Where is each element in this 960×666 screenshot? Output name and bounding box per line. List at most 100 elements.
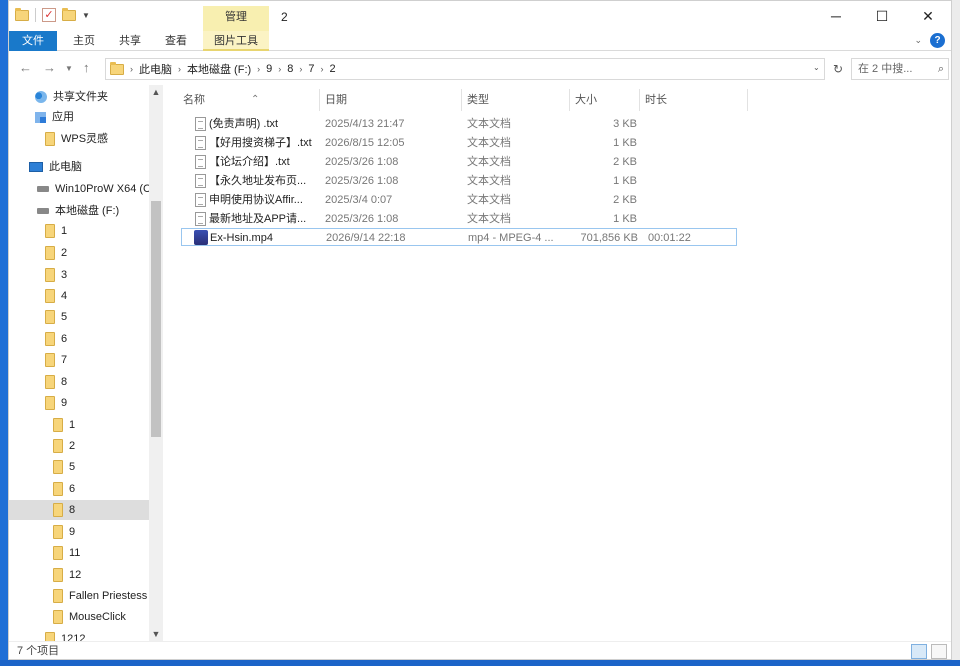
breadcrumb-drive-f[interactable]: 本地磁盘 (F:) bbox=[187, 61, 251, 77]
nav-item-folder-3[interactable]: 3 bbox=[45, 265, 67, 285]
folder-icon bbox=[45, 632, 55, 641]
nav-item-folder-6[interactable]: 6 bbox=[45, 329, 67, 349]
nav-item-folder-1[interactable]: 1 bbox=[45, 221, 67, 241]
chevron-right-icon[interactable]: › bbox=[321, 64, 324, 74]
nav-item-1212[interactable]: 1212 bbox=[45, 629, 85, 641]
column-divider[interactable] bbox=[747, 89, 748, 111]
file-date: 2025/3/26 1:08 bbox=[325, 213, 399, 225]
nav-item-this-pc[interactable]: 此电脑 bbox=[29, 157, 82, 177]
file-type: mp4 - MPEG-4 ... bbox=[468, 232, 554, 244]
file-row-selected[interactable]: Ex-Hsin.mp4 2026/9/14 22:18 mp4 - MPEG-4… bbox=[181, 228, 737, 246]
scroll-up-icon[interactable]: ▲ bbox=[149, 87, 163, 97]
customize-toolbar-icon[interactable]: ▼ bbox=[82, 11, 90, 20]
nav-item-folder-8[interactable]: 8 bbox=[45, 372, 67, 392]
chevron-right-icon[interactable]: › bbox=[278, 64, 281, 74]
help-icon[interactable]: ? bbox=[930, 33, 945, 48]
chevron-right-icon[interactable]: › bbox=[130, 64, 133, 74]
column-label: 名称 bbox=[183, 94, 205, 106]
expand-ribbon-icon[interactable]: ⌄ bbox=[914, 35, 922, 46]
refresh-icon[interactable]: ↻ bbox=[829, 59, 847, 79]
properties-icon[interactable]: ✓ bbox=[42, 8, 56, 22]
text-file-icon bbox=[195, 174, 206, 188]
breadcrumb-8[interactable]: 8 bbox=[287, 63, 293, 75]
folder-icon[interactable] bbox=[15, 7, 29, 21]
column-divider[interactable] bbox=[461, 89, 462, 111]
file-row[interactable]: 最新地址及APP请... 2025/3/26 1:08 文本文档 1 KB bbox=[181, 210, 737, 228]
tab-home[interactable]: 主页 bbox=[65, 31, 103, 51]
column-header-name[interactable]: 名称 ⌃ bbox=[183, 89, 319, 111]
nav-item-folder-4[interactable]: 4 bbox=[45, 286, 67, 306]
nav-item-apps[interactable]: 应用 bbox=[35, 107, 74, 127]
breadcrumb-9[interactable]: 9 bbox=[266, 63, 272, 75]
text-file-icon bbox=[195, 117, 206, 131]
back-arrow-icon[interactable]: ← bbox=[19, 60, 32, 75]
nav-item-subfolder-11[interactable]: 11 bbox=[53, 543, 80, 563]
file-row[interactable]: (免责声明) .txt 2025/4/13 21:47 文本文档 3 KB bbox=[181, 115, 737, 133]
nav-item-subfolder-8[interactable]: 8 bbox=[9, 500, 149, 520]
file-row[interactable]: 【好用搜资梯子】.txt 2026/8/15 12:05 文本文档 1 KB bbox=[181, 134, 737, 152]
nav-item-drive-c[interactable]: Win10ProW X64 (C bbox=[37, 179, 151, 199]
search-input[interactable]: 在 2 中搜... ⌕ bbox=[851, 58, 949, 80]
breadcrumb-2[interactable]: 2 bbox=[330, 63, 336, 75]
column-divider[interactable] bbox=[569, 89, 570, 111]
chevron-right-icon[interactable]: › bbox=[299, 64, 302, 74]
file-row[interactable]: 【永久地址发布页... 2025/3/26 1:08 文本文档 1 KB bbox=[181, 172, 737, 190]
nav-item-folder-9[interactable]: 9 bbox=[45, 393, 67, 413]
file-row[interactable]: 申明使用协议Affir... 2025/3/4 0:07 文本文档 2 KB bbox=[181, 191, 737, 209]
column-header-date[interactable]: 日期 bbox=[325, 89, 461, 111]
recent-locations-icon[interactable]: ▼ bbox=[65, 64, 73, 73]
column-divider[interactable] bbox=[639, 89, 640, 111]
nav-item-wps[interactable]: WPS灵感 bbox=[45, 129, 108, 149]
file-row[interactable]: 【论坛介绍】.txt 2025/3/26 1:08 文本文档 2 KB bbox=[181, 153, 737, 171]
nav-item-label: 本地磁盘 (F:) bbox=[55, 205, 120, 217]
nav-item-drive-f[interactable]: 本地磁盘 (F:) bbox=[37, 201, 119, 221]
breadcrumb-7[interactable]: 7 bbox=[308, 63, 314, 75]
folder-icon bbox=[45, 224, 55, 238]
folder-icon bbox=[110, 61, 124, 75]
nav-item-subfolder-9[interactable]: 9 bbox=[53, 522, 75, 542]
nav-item-folder-5[interactable]: 5 bbox=[45, 307, 67, 327]
nav-item-subfolder-12[interactable]: 12 bbox=[53, 565, 81, 585]
nav-item-folder-7[interactable]: 7 bbox=[45, 350, 67, 370]
large-icons-view-icon[interactable] bbox=[931, 644, 947, 659]
nav-item-label: 7 bbox=[61, 354, 68, 366]
tab-picture-tools[interactable]: 图片工具 bbox=[203, 31, 269, 51]
column-header-type[interactable]: 类型 bbox=[467, 89, 563, 111]
scrollbar-thumb[interactable] bbox=[151, 201, 161, 437]
search-icon[interactable]: ⌕ bbox=[938, 59, 944, 79]
nav-item-fallen-priestess[interactable]: Fallen Priestess bbox=[53, 586, 147, 606]
nav-pane-scrollbar[interactable]: ▲ ▼ bbox=[149, 85, 163, 641]
tab-share[interactable]: 共享 bbox=[111, 31, 149, 51]
close-button[interactable]: ✕ bbox=[905, 1, 951, 31]
nav-item-subfolder-2[interactable]: 2 bbox=[53, 436, 75, 456]
column-header-duration[interactable]: 时长 bbox=[645, 89, 745, 111]
chevron-right-icon[interactable]: › bbox=[257, 64, 260, 74]
details-view-icon[interactable] bbox=[911, 644, 927, 659]
breadcrumb-this-pc[interactable]: 此电脑 bbox=[139, 61, 172, 77]
folder-icon bbox=[45, 268, 55, 282]
minimize-button[interactable]: ─ bbox=[813, 1, 859, 31]
nav-item-subfolder-6[interactable]: 6 bbox=[53, 479, 75, 499]
address-bar[interactable]: › 此电脑 › 本地磁盘 (F:) › 9 › 8 › 7 › 2 bbox=[105, 58, 825, 80]
nav-item-subfolder-1[interactable]: 1 bbox=[53, 415, 75, 435]
chevron-right-icon[interactable]: › bbox=[178, 64, 181, 74]
ribbon-tabs: 文件 主页 共享 查看 图片工具 ⌄ ? bbox=[9, 31, 951, 51]
file-name: 最新地址及APP请... bbox=[209, 213, 307, 225]
scroll-down-icon[interactable]: ▼ bbox=[149, 629, 163, 639]
forward-arrow-icon[interactable]: → bbox=[43, 60, 56, 75]
text-file-icon bbox=[195, 136, 206, 150]
folder-icon bbox=[53, 568, 63, 582]
nav-item-folder-2[interactable]: 2 bbox=[45, 243, 67, 263]
nav-item-shared-folder[interactable]: 共享文件夹 bbox=[35, 87, 108, 107]
maximize-button[interactable]: ☐ bbox=[859, 1, 905, 31]
tab-file[interactable]: 文件 bbox=[9, 31, 57, 51]
column-divider[interactable] bbox=[319, 89, 320, 111]
text-file-icon bbox=[195, 155, 206, 169]
up-arrow-icon[interactable]: ↑ bbox=[83, 60, 90, 75]
nav-item-mouseclick[interactable]: MouseClick bbox=[53, 607, 126, 627]
new-folder-icon[interactable] bbox=[62, 7, 76, 21]
column-header-size[interactable]: 大小 bbox=[575, 89, 635, 111]
tab-view[interactable]: 查看 bbox=[157, 31, 195, 51]
nav-item-subfolder-5[interactable]: 5 bbox=[53, 457, 75, 477]
address-dropdown-icon[interactable]: ⌄ bbox=[813, 63, 820, 72]
